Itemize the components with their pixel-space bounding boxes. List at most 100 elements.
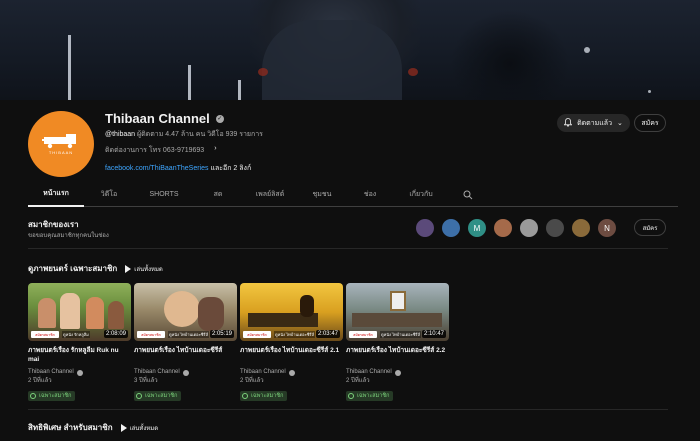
verified-icon xyxy=(76,369,83,376)
thumbnail-caption: ดูหนัง ไทบ้านเดอะซีรีส์ xyxy=(274,331,316,338)
verified-icon xyxy=(394,369,401,376)
video-duration: 2:08:09 xyxy=(103,330,128,338)
section-title: สิทธิพิเศษ สำหรับสมาชิก xyxy=(28,423,113,432)
banner-trees xyxy=(450,10,570,100)
verified-icon xyxy=(288,369,295,376)
video-channel[interactable]: Thibaan Channel xyxy=(346,368,449,377)
video-card[interactable]: สมัครสมาชิก ดูหนัง รักหลูลีม 2:08:09 ภาพ… xyxy=(28,283,131,404)
play-all-button[interactable]: เล่นทั้งหมด xyxy=(125,264,163,274)
video-title[interactable]: ภาพยนตร์เรื่อง ไทบ้านเดอะซีรีส์ xyxy=(134,346,237,364)
video-thumbnail[interactable]: สมัครสมาชิก ดูหนัง ไทบ้านเดอะซีรีส์ 2:10… xyxy=(346,283,449,341)
verified-icon: ✓ xyxy=(215,114,224,123)
channel-banner xyxy=(0,0,700,100)
tab-playlists[interactable]: เพลย์ลิสต์ xyxy=(242,183,298,207)
section-divider xyxy=(28,248,668,249)
video-thumbnail[interactable]: สมัครสมาชิก ดูหนัง ไทบ้านเดอะซีรีส์ 2:05… xyxy=(134,283,237,341)
member-avatar[interactable] xyxy=(494,219,512,237)
banner-figure xyxy=(262,20,402,100)
play-all-button[interactable]: เล่นทั้งหมด xyxy=(120,423,159,433)
channel-description[interactable]: ติดต่องานการ โทร 063-9719693 › xyxy=(105,145,217,156)
video-card[interactable]: สมัครสมาชิก ดูหนัง ไทบ้านเดอะซีรีส์ 2:05… xyxy=(134,283,237,404)
member-avatar[interactable]: M xyxy=(468,219,486,237)
chevron-right-icon[interactable]: › xyxy=(214,145,216,156)
video-duration: 2:05:19 xyxy=(209,330,234,338)
play-icon xyxy=(125,264,132,273)
video-title[interactable]: ภาพยนตร์เรื่อง รักหลูลีม Ruk nu mai xyxy=(28,346,131,364)
video-channel-name: Thibaan Channel xyxy=(134,369,180,375)
banner-light xyxy=(188,65,191,100)
video-channel[interactable]: Thibaan Channel xyxy=(240,368,343,377)
tab-live[interactable]: สด xyxy=(194,183,242,207)
subscribe-badge: สมัครสมาชิก xyxy=(243,331,271,338)
banner-ember xyxy=(408,68,418,76)
video-channel-name: Thibaan Channel xyxy=(28,369,74,375)
tab-about[interactable]: เกี่ยวกับ xyxy=(394,183,448,207)
play-all-label: เล่นทั้งหมด xyxy=(129,425,159,432)
video-age: 2 ปีที่แล้ว xyxy=(346,378,370,384)
channel-stats: @thibaan ผู้ติดตาม 4.47 ล้าน คน วิดีโอ 9… xyxy=(105,129,263,140)
video-thumbnail[interactable]: สมัครสมาชิก ดูหนัง ไทบ้านเดอะซีรีส์ 2:03… xyxy=(240,283,343,341)
member-avatar-list: M N xyxy=(416,219,616,237)
video-channel[interactable]: Thibaan Channel xyxy=(28,368,131,377)
members-only-icon xyxy=(30,393,36,399)
video-age: 3 ปีที่แล้ว xyxy=(134,378,158,384)
banner-ember xyxy=(258,68,268,76)
subscribe-badge: สมัครสมาชิก xyxy=(349,331,377,338)
search-icon[interactable] xyxy=(448,183,488,207)
member-avatar[interactable] xyxy=(572,219,590,237)
members-only-label: เฉพาะสมาชิก xyxy=(357,393,390,399)
video-count: วิดีโอ 939 รายการ xyxy=(207,131,263,138)
video-shelf: สมัครสมาชิก ดูหนัง รักหลูลีม 2:08:09 ภาพ… xyxy=(28,283,449,404)
channel-title: Thibaan Channel ✓ xyxy=(105,111,224,126)
video-card[interactable]: สมัครสมาชิก ดูหนัง ไทบ้านเดอะซีรีส์ 2:10… xyxy=(346,283,449,404)
tab-community[interactable]: ชุมชน xyxy=(298,183,346,207)
section-title: ดูภาพยนตร์ เฉพาะสมาชิก xyxy=(28,264,118,273)
subscriber-count: ผู้ติดตาม 4.47 ล้าน คน xyxy=(137,131,206,138)
members-only-icon xyxy=(348,393,354,399)
channel-links: facebook.com/ThiBaanTheSeries และอีก 2 ล… xyxy=(105,163,251,174)
more-links[interactable]: และอีก 2 ลิงก์ xyxy=(210,165,251,172)
member-avatar[interactable] xyxy=(442,219,460,237)
subscribe-badge: สมัครสมาชิก xyxy=(137,331,165,338)
section-header: สิทธิพิเศษ สำหรับสมาชิก เล่นทั้งหมด xyxy=(28,421,158,434)
thumbnail-caption: ดูหนัง รักหลูลีม xyxy=(62,331,90,338)
video-channel-name: Thibaan Channel xyxy=(240,369,286,375)
section-header: ดูภาพยนตร์ เฉพาะสมาชิก เล่นทั้งหมด xyxy=(28,262,163,275)
video-channel[interactable]: Thibaan Channel xyxy=(134,368,237,377)
video-title[interactable]: ภาพยนตร์เรื่อง ไทบ้านเดอะซีรีส์ 2.2 xyxy=(346,346,449,364)
channel-tabs: หน้าแรก วิดีโอ SHORTS สด เพลย์ลิสต์ ชุมช… xyxy=(28,183,678,207)
members-only-badge: เฉพาะสมาชิก xyxy=(240,391,288,401)
video-duration: 2:03:47 xyxy=(315,330,340,338)
video-title[interactable]: ภาพยนตร์เรื่อง ไทบ้านเดอะซีรีส์ 2.1 xyxy=(240,346,343,364)
member-avatar[interactable] xyxy=(520,219,538,237)
join-button[interactable]: สมัคร xyxy=(634,114,666,132)
section-divider xyxy=(28,409,668,410)
members-only-badge: เฉพาะสมาชิก xyxy=(28,391,76,401)
play-icon xyxy=(120,423,127,432)
video-card[interactable]: สมัครสมาชิก ดูหนัง ไทบ้านเดอะซีรีส์ 2:03… xyxy=(240,283,343,404)
banner-light xyxy=(584,47,590,53)
video-channel-name: Thibaan Channel xyxy=(346,369,392,375)
members-only-label: เฉพาะสมาชิก xyxy=(39,393,72,399)
channel-contact: ติดต่องานการ โทร 063-9719693 xyxy=(105,147,205,154)
channel-name: Thibaan Channel xyxy=(105,111,210,126)
members-only-badge: เฉพาะสมาชิก xyxy=(346,391,394,401)
video-thumbnail[interactable]: สมัครสมาชิก ดูหนัง รักหลูลีม 2:08:09 xyxy=(28,283,131,341)
member-avatar[interactable] xyxy=(416,219,434,237)
tab-videos[interactable]: วิดีโอ xyxy=(84,183,134,207)
channel-avatar[interactable]: THIBAAN xyxy=(28,111,94,177)
member-avatar[interactable] xyxy=(546,219,564,237)
video-age: 2 ปีที่แล้ว xyxy=(240,378,264,384)
subscribed-button[interactable]: ติดตามแล้ว ⌄ xyxy=(557,114,630,132)
members-only-icon xyxy=(242,393,248,399)
verified-icon xyxy=(182,369,189,376)
subscribed-label: ติดตามแล้ว xyxy=(577,119,613,127)
video-age: 2 ปีที่แล้ว xyxy=(28,378,52,384)
channel-link[interactable]: facebook.com/ThiBaanTheSeries xyxy=(105,165,209,172)
member-avatar[interactable]: N xyxy=(598,219,616,237)
members-only-icon xyxy=(136,393,142,399)
tab-home[interactable]: หน้าแรก xyxy=(28,183,84,207)
tab-channels[interactable]: ช่อง xyxy=(346,183,394,207)
tab-shorts[interactable]: SHORTS xyxy=(134,183,194,207)
members-join-button[interactable]: สมัคร xyxy=(634,219,666,236)
